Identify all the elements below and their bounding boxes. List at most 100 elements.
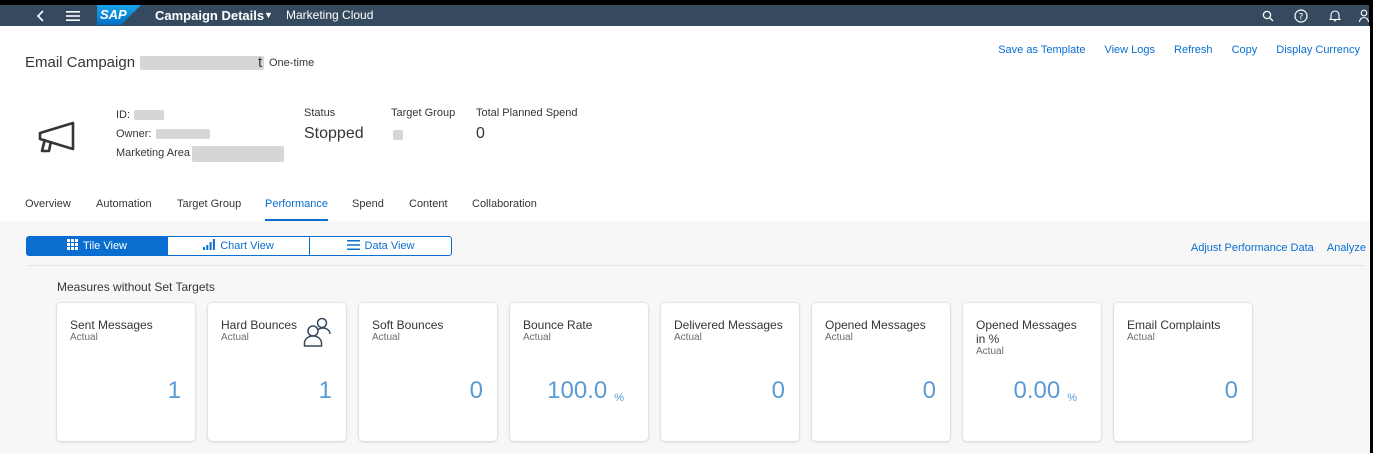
refresh-link[interactable]: Refresh	[1174, 44, 1213, 56]
total-planned-spend-value: 0	[476, 125, 485, 142]
tile-subtitle: Actual	[976, 346, 1004, 357]
svg-text:?: ?	[1299, 12, 1304, 22]
section-title: Measures without Set Targets	[57, 280, 215, 294]
display-currency-link[interactable]: Display Currency	[1276, 44, 1360, 56]
app-subtitle: Marketing Cloud	[286, 8, 374, 22]
tile-value: 100.0	[547, 377, 608, 404]
tile-title: Opened Messages	[825, 318, 926, 332]
kpi-tile-email-complaints[interactable]: Email Complaints Actual 0	[1114, 303, 1252, 441]
page-title-suffix: t	[258, 54, 263, 71]
tile-title: Bounce Rate	[523, 318, 593, 332]
tile-value-row: 100.0 %	[547, 377, 624, 405]
tab-bar: Overview Automation Target Group Perform…	[0, 198, 1373, 221]
chart-view-label: Chart View	[220, 240, 274, 252]
tile-title: Delivered Messages	[674, 318, 783, 332]
redacted-marketing-area	[192, 146, 284, 162]
analyze-link[interactable]: Analyze	[1327, 242, 1366, 254]
tab-collaboration[interactable]: Collaboration	[472, 198, 537, 221]
megaphone-icon	[35, 111, 83, 159]
tab-spend[interactable]: Spend	[352, 198, 384, 221]
tile-subtitle: Actual	[825, 332, 853, 343]
view-switcher: Tile View Chart View Data View	[26, 236, 452, 256]
tile-title: Email Complaints	[1127, 318, 1221, 332]
app-title[interactable]: Campaign Details	[155, 5, 264, 26]
tile-value-row: 1	[168, 377, 181, 405]
kpi-tile-opened-messages-percent[interactable]: Opened Messages in % Actual 0.00 %	[963, 303, 1101, 441]
sap-logo[interactable]: SAP	[97, 5, 141, 25]
page-title: Email Campaign	[25, 54, 135, 71]
help-icon[interactable]: ?	[1292, 5, 1310, 26]
view-logs-link[interactable]: View Logs	[1104, 44, 1155, 56]
tile-value-row: 0.00 %	[1014, 377, 1078, 405]
tab-automation[interactable]: Automation	[96, 198, 152, 221]
kpi-tile-opened-messages[interactable]: Opened Messages Actual 0	[812, 303, 950, 441]
tile-value: 0	[1224, 377, 1238, 404]
tile-subtitle: Actual	[70, 332, 98, 343]
tile-value-row: 0	[470, 377, 483, 405]
tile-view-button[interactable]: Tile View	[26, 236, 168, 256]
performance-links: Adjust Performance Data Analyze	[1181, 242, 1366, 254]
tile-subtitle: Actual	[1127, 332, 1155, 343]
tile-value: 0	[469, 377, 483, 404]
status-value: Stopped	[304, 125, 364, 142]
kpi-tile-bounce-rate[interactable]: Bounce Rate Actual 100.0 %	[510, 303, 648, 441]
tab-performance[interactable]: Performance	[265, 198, 328, 221]
id-label: ID:	[116, 109, 131, 121]
user-icon[interactable]	[1358, 5, 1370, 26]
chart-view-button[interactable]: Chart View	[168, 236, 310, 256]
adjust-performance-data-link[interactable]: Adjust Performance Data	[1191, 242, 1314, 254]
header-actions: Save as Template View Logs Refresh Copy …	[979, 44, 1360, 56]
tile-title: Soft Bounces	[372, 318, 444, 332]
status-label: Status	[304, 107, 336, 119]
shell-bar: SAP Campaign Details ▼ Marketing Cloud ?	[0, 0, 1373, 26]
tab-content[interactable]: Content	[409, 198, 448, 221]
object-header: Email Campaign t One-time Save as Templa…	[0, 26, 1373, 221]
list-icon	[346, 239, 360, 253]
tile-value: 1	[167, 377, 181, 404]
total-planned-spend-label: Total Planned Spend	[476, 107, 578, 119]
tile-subtitle: Actual	[674, 332, 702, 343]
back-icon[interactable]	[32, 5, 50, 26]
tile-value-row: 0	[923, 377, 936, 405]
kpi-tile-hard-bounces[interactable]: Hard Bounces Actual 1	[208, 303, 346, 441]
kpi-tile-delivered-messages[interactable]: Delivered Messages Actual 0	[661, 303, 799, 441]
tile-value: 1	[318, 377, 332, 404]
tile-value: 0	[771, 377, 785, 404]
tile-value: 0.00	[1013, 377, 1061, 404]
tile-value-row: 0	[772, 377, 785, 405]
kpi-tile-soft-bounces[interactable]: Soft Bounces Actual 0	[359, 303, 497, 441]
copy-link[interactable]: Copy	[1232, 44, 1258, 56]
tile-value: 0	[922, 377, 936, 404]
chevron-down-icon[interactable]: ▼	[264, 5, 273, 26]
section-divider	[26, 265, 1366, 266]
redacted-target-group	[393, 130, 403, 140]
tile-unit: %	[1067, 392, 1077, 404]
tile-subtitle: Actual	[523, 332, 551, 343]
owner-label: Owner:	[116, 128, 152, 140]
menu-icon[interactable]	[63, 5, 83, 26]
page-title-prefix: Email Campaign	[25, 54, 136, 71]
grid-icon	[66, 239, 78, 253]
tile-title: Opened Messages in %	[976, 318, 1077, 346]
marketing-area-label: Marketing Area	[116, 147, 190, 159]
tab-overview[interactable]: Overview	[25, 198, 71, 221]
tile-unit: %	[614, 392, 624, 404]
kpi-tile-sent-messages[interactable]: Sent Messages Actual 1	[57, 303, 195, 441]
bar-chart-icon	[203, 239, 216, 253]
tile-title: Sent Messages	[70, 318, 153, 332]
data-view-label: Data View	[364, 240, 415, 252]
tab-target-group[interactable]: Target Group	[177, 198, 241, 221]
data-view-button[interactable]: Data View	[310, 236, 452, 256]
tile-value-row: 0	[1225, 377, 1238, 405]
bell-icon[interactable]	[1327, 5, 1343, 26]
target-group-label: Target Group	[391, 107, 456, 119]
sap-logo-text: SAP	[100, 7, 127, 22]
redacted-id	[134, 110, 164, 120]
search-icon[interactable]	[1260, 5, 1276, 26]
campaign-type: One-time	[269, 57, 315, 69]
tile-subtitle: Actual	[372, 332, 400, 343]
redacted-owner	[156, 129, 210, 139]
tile-view-label: Tile View	[82, 240, 128, 252]
redacted-title	[140, 56, 264, 70]
save-as-template-link[interactable]: Save as Template	[998, 44, 1085, 56]
